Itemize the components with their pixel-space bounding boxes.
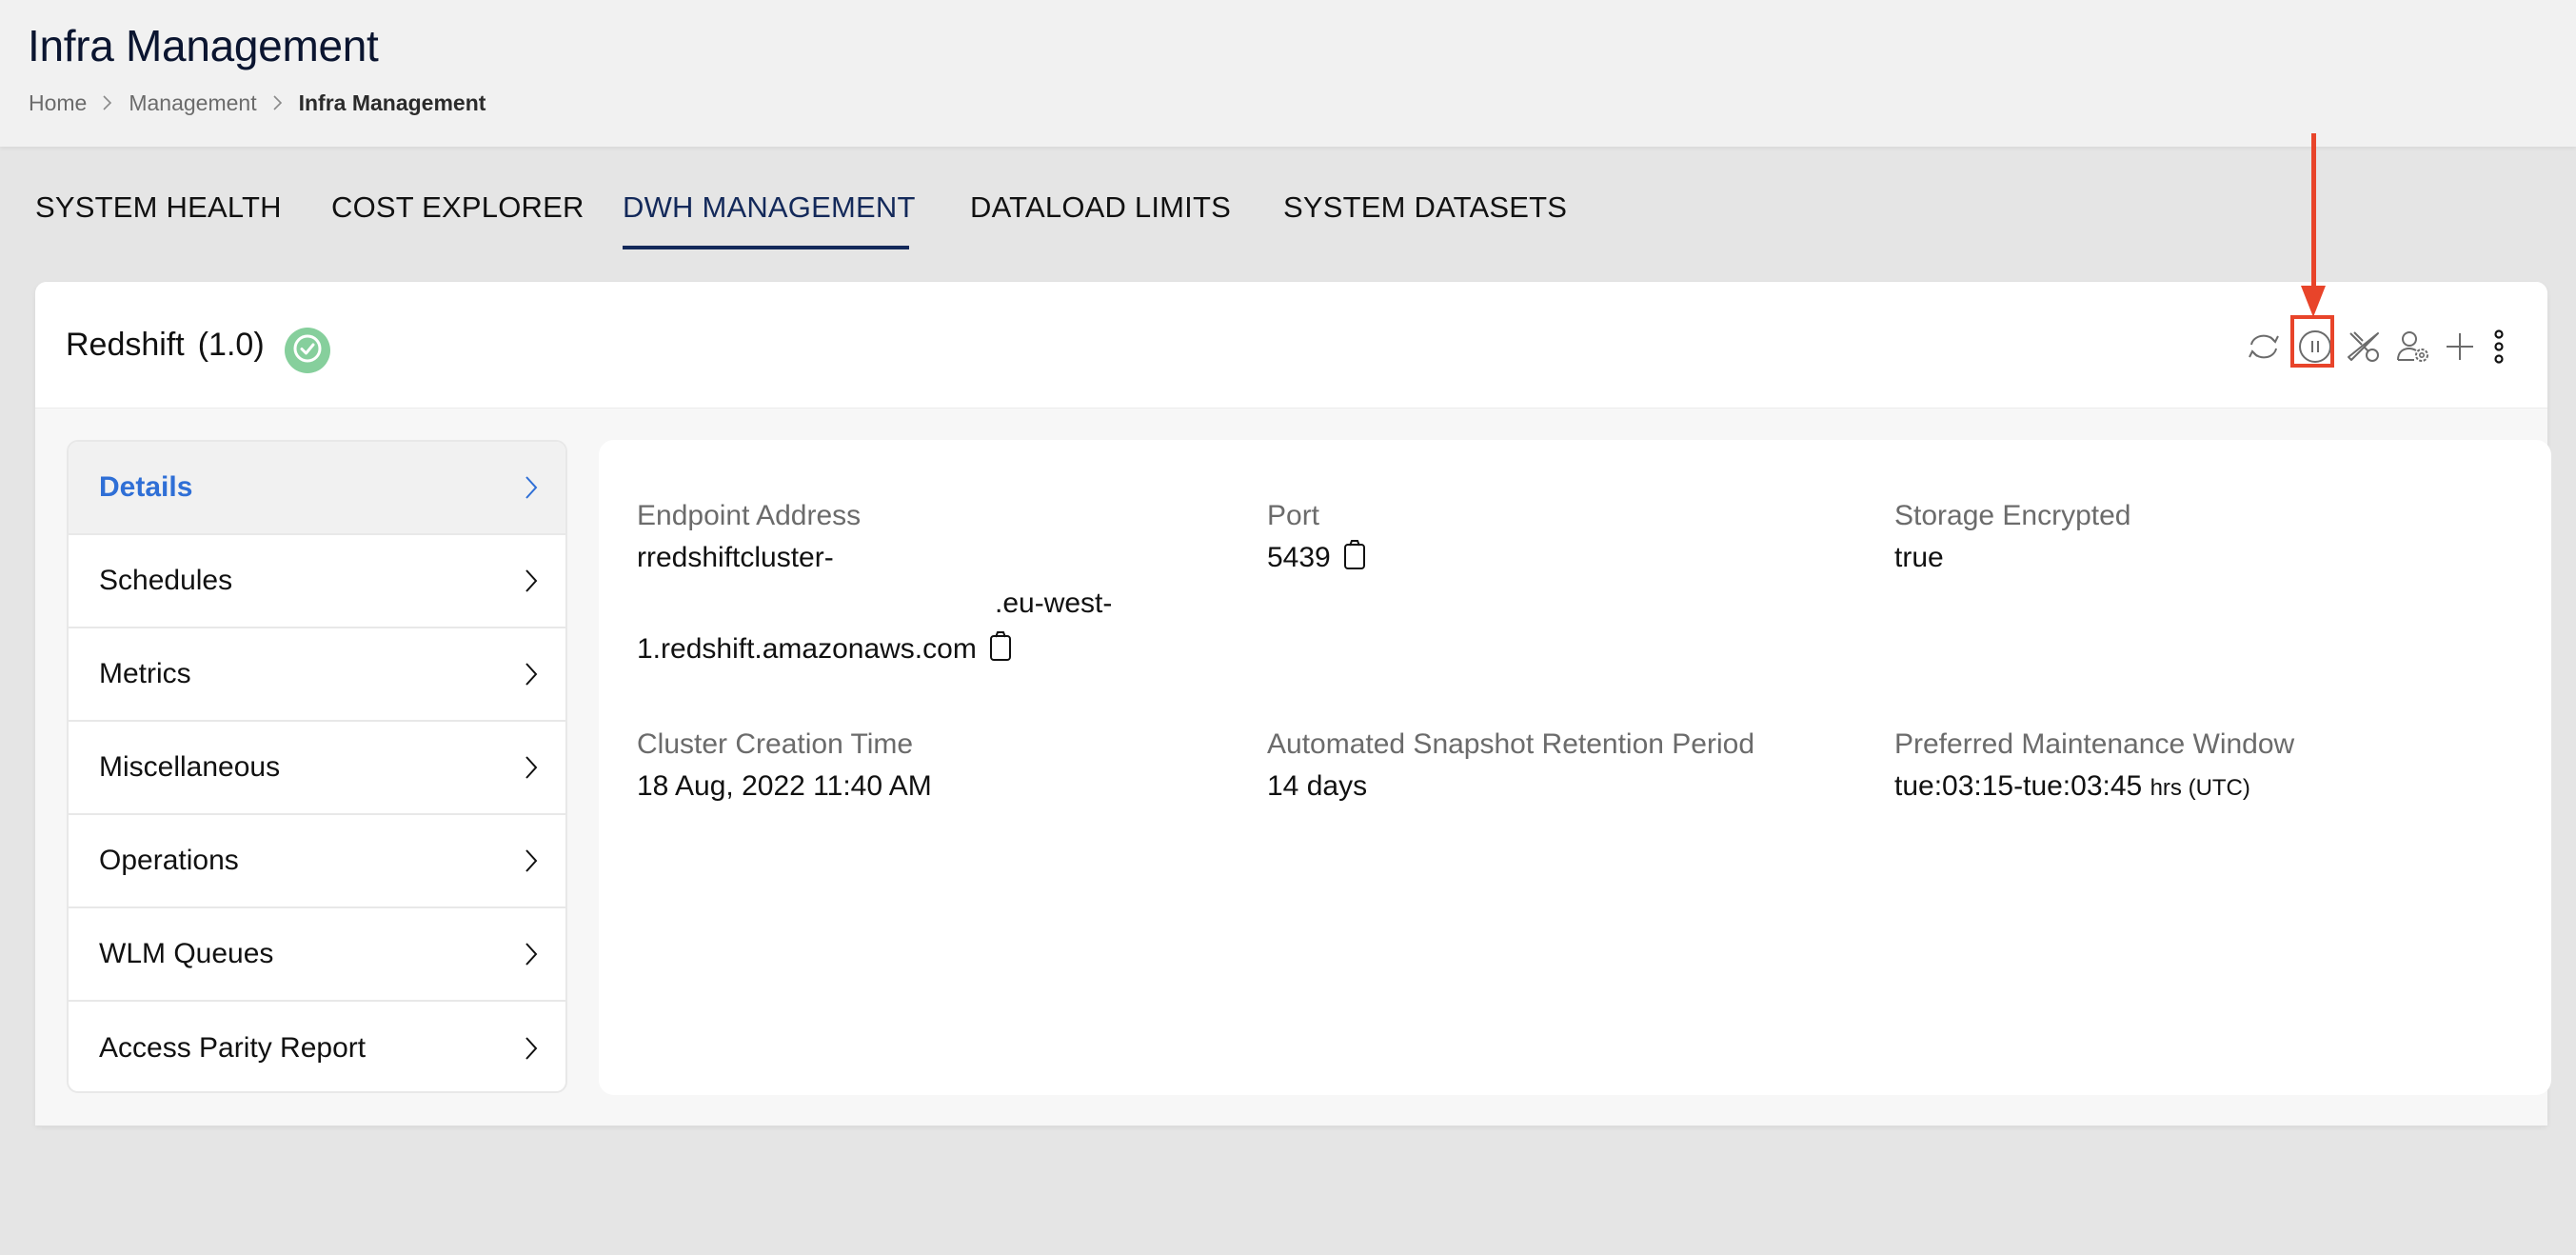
field-label: Cluster Creation Time — [637, 728, 914, 760]
sidebar-item-access-parity-report[interactable]: Access Parity Report — [69, 1002, 565, 1091]
breadcrumb-current: Infra Management — [298, 90, 486, 115]
field-cluster-creation-time: Cluster Creation Time 18 Aug, 2022 11:40… — [637, 726, 1227, 809]
field-label: Port — [1267, 500, 1320, 531]
tab-system-datasets[interactable]: SYSTEM DATASETS — [1283, 190, 1567, 225]
endpoint-line-3-text: 1.redshift.amazonaws.com — [637, 633, 977, 665]
chevron-right-icon — [524, 941, 539, 967]
chevron-right-icon — [524, 754, 539, 781]
page-title: Infra Management — [28, 21, 379, 70]
pause-button[interactable] — [2296, 328, 2334, 366]
sidebar-item-details[interactable]: Details — [69, 442, 565, 535]
cluster-name: Redshift — [66, 327, 185, 363]
maintenance-window-unit: hrs (UTC) — [2150, 775, 2250, 801]
sidebar-item-wlm-queues[interactable]: WLM Queues — [69, 908, 565, 1002]
chevron-right-icon — [524, 661, 539, 687]
chevron-right-icon — [524, 1035, 539, 1062]
chevron-right-icon — [524, 474, 539, 501]
field-label: Automated Snapshot Retention Period — [1267, 728, 1755, 760]
annotation-arrow-line — [2311, 133, 2316, 290]
more-vertical-icon — [2489, 328, 2508, 366]
field-maintenance-window: Preferred Maintenance Window tue:03:15-t… — [1894, 726, 2485, 811]
field-value: 14 days — [1267, 770, 1368, 802]
field-port: Port 5439 — [1267, 497, 1857, 585]
endpoint-line-3: 1.redshift.amazonaws.com — [637, 627, 1227, 676]
status-badge — [285, 328, 330, 373]
field-value: 5439 — [1267, 535, 1857, 585]
user-settings-button[interactable] — [2394, 328, 2432, 366]
maintenance-button[interactable] — [2345, 328, 2383, 366]
maintenance-window-value: tue:03:15-tue:03:45 — [1894, 770, 2143, 802]
breadcrumb-management[interactable]: Management — [129, 90, 256, 116]
tab-cost-explorer[interactable]: COST EXPLORER — [331, 190, 585, 225]
user-settings-icon — [2395, 329, 2431, 365]
field-value: 18 Aug, 2022 11:40 AM — [637, 770, 932, 802]
tools-icon — [2346, 329, 2382, 365]
sidebar-item-label: Access Parity Report — [99, 1032, 367, 1064]
sidebar-item-metrics[interactable]: Metrics — [69, 628, 565, 722]
breadcrumb: Home Management Infra Management — [29, 88, 485, 118]
annotation-arrow-head — [2301, 286, 2326, 317]
chevron-right-icon — [272, 94, 284, 111]
field-endpoint-address: Endpoint Address rredshiftcluster- .eu-w… — [637, 497, 1227, 676]
clipboard-icon — [1342, 540, 1367, 577]
sidebar-item-schedules[interactable]: Schedules — [69, 535, 565, 628]
breadcrumb-home[interactable]: Home — [29, 90, 87, 116]
page-header: Infra Management Home Management Infra M… — [0, 0, 2576, 147]
chevron-right-icon — [102, 94, 113, 111]
card-title: Redshift (1.0) — [66, 326, 265, 364]
redshift-card: Redshift (1.0) Details Schedules Metrics… — [35, 282, 2551, 1126]
port-value: 5439 — [1267, 542, 1331, 573]
field-value: true — [1894, 542, 1944, 573]
copy-endpoint-button[interactable] — [988, 629, 1013, 676]
refresh-icon — [2246, 329, 2282, 365]
check-circle-icon — [291, 332, 324, 369]
sidebar-item-label: Schedules — [99, 565, 233, 596]
active-tab-indicator — [623, 246, 909, 249]
redacted-region — [637, 584, 995, 612]
detail-sidebar: Details Schedules Metrics Miscellaneous … — [67, 440, 567, 1093]
pause-icon — [2297, 329, 2333, 365]
field-storage-encrypted: Storage Encrypted true — [1894, 497, 2485, 581]
plus-icon — [2443, 329, 2477, 364]
sidebar-item-label: Miscellaneous — [99, 751, 281, 783]
tab-system-health[interactable]: SYSTEM HEALTH — [35, 190, 282, 225]
tab-dwh-management[interactable]: DWH MANAGEMENT — [623, 190, 916, 225]
copy-port-button[interactable] — [1342, 538, 1367, 585]
tab-dataload-limits[interactable]: DATALOAD LIMITS — [970, 190, 1231, 225]
sidebar-item-label: Details — [99, 471, 193, 503]
details-panel: Endpoint Address rredshiftcluster- .eu-w… — [599, 440, 2551, 1095]
chevron-right-icon — [524, 568, 539, 594]
field-value: tue:03:15-tue:03:45 hrs (UTC) — [1894, 764, 2485, 811]
sidebar-item-miscellaneous[interactable]: Miscellaneous — [69, 722, 565, 815]
tab-bar: SYSTEM HEALTH COST EXPLORER DWH MANAGEME… — [0, 181, 2576, 249]
field-label: Endpoint Address — [637, 500, 862, 531]
field-label: Storage Encrypted — [1894, 500, 2131, 531]
field-snapshot-retention: Automated Snapshot Retention Period 14 d… — [1267, 726, 1857, 809]
field-value: rredshiftcluster- .eu-west- 1.redshift.a… — [637, 535, 1227, 676]
clipboard-icon — [988, 631, 1013, 668]
chevron-right-icon — [524, 847, 539, 874]
card-header: Redshift (1.0) — [35, 282, 2547, 408]
endpoint-line-1: rredshiftcluster- — [637, 542, 834, 573]
field-label: Preferred Maintenance Window — [1894, 728, 2295, 760]
sidebar-item-operations[interactable]: Operations — [69, 815, 565, 908]
sidebar-item-label: Metrics — [99, 658, 191, 689]
sidebar-item-label: Operations — [99, 845, 239, 876]
sidebar-item-label: WLM Queues — [99, 938, 274, 969]
endpoint-line-2: .eu-west- — [637, 581, 1227, 627]
more-options-button[interactable] — [2480, 328, 2518, 366]
add-button[interactable] — [2441, 328, 2479, 366]
refresh-button[interactable] — [2245, 328, 2283, 366]
endpoint-line-2-text: .eu-west- — [995, 588, 1113, 619]
cluster-version: (1.0) — [197, 327, 265, 363]
